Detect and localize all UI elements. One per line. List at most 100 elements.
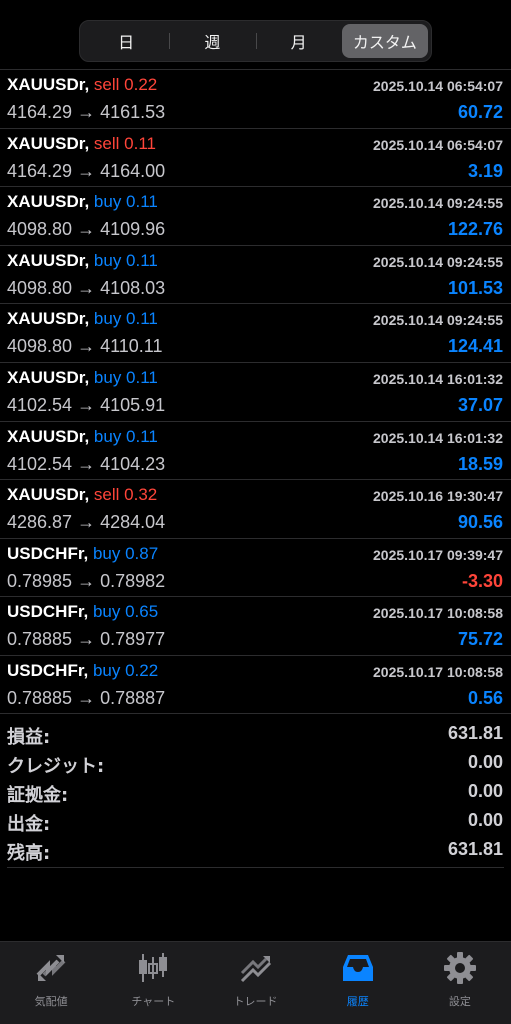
trade-symbol: USDCHFr, buy 0.87: [7, 544, 158, 564]
trade-time: 2025.10.17 10:08:58: [373, 663, 503, 680]
summary-label: 残高:: [7, 843, 51, 864]
symbol-name: USDCHFr,: [7, 660, 89, 680]
symbol-name: XAUUSDr,: [7, 250, 90, 270]
trade-profit: 101.53: [447, 277, 503, 298]
trade-prices: 4164.29 → 4164.00: [7, 160, 166, 181]
trade-side-volume: buy 0.65: [92, 602, 159, 622]
trade-profit: 0.56: [467, 687, 503, 708]
symbol-name: XAUUSDr,: [7, 485, 90, 505]
trade-symbol: XAUUSDr, buy 0.11: [7, 427, 158, 447]
candlestick-icon: [139, 953, 168, 982]
trade-profit: -3.30: [461, 570, 503, 591]
tab-chart[interactable]: チャート: [102, 942, 204, 1024]
trade-prices: 4102.54 → 4105.91: [7, 394, 166, 415]
tab-label: 設定: [448, 995, 471, 1008]
tab-label: トレード: [233, 995, 278, 1008]
tab-label: 気配値: [34, 995, 68, 1008]
trade-row[interactable]: XAUUSDr, sell 0.22 2025.10.14 06:54:07 416…: [0, 69, 511, 128]
trade-side-volume: buy 0.11: [93, 367, 158, 387]
trade-prices: 4102.54 → 4104.23: [7, 453, 166, 474]
tab-history[interactable]: 履歴: [307, 942, 409, 1024]
tab-trade[interactable]: トレード: [204, 942, 306, 1024]
trade-profit: 75.72: [457, 629, 503, 650]
segment-custom[interactable]: カスタム: [341, 24, 428, 58]
trade-profit: 90.56: [457, 512, 503, 533]
trade-symbol: XAUUSDr, buy 0.11: [7, 251, 158, 271]
trade-side-volume: buy 0.11: [93, 250, 158, 270]
trade-symbol: XAUUSDr, buy 0.11: [7, 192, 158, 212]
segment-week[interactable]: 週: [169, 24, 255, 58]
trade-time: 2025.10.14 16:01:32: [373, 429, 503, 446]
summary-row: 残高: 631.81: [0, 830, 511, 864]
trade-symbol: XAUUSDr, sell 0.32: [7, 485, 157, 505]
trade-prices: 4286.87 → 4284.04: [7, 512, 166, 533]
trade-side-volume: sell 0.22: [93, 75, 158, 94]
trade-row[interactable]: XAUUSDr, buy 0.11 2025.10.14 09:24:55 4098…: [0, 186, 511, 245]
segment-month[interactable]: 月: [255, 24, 342, 58]
bottom-tab-bar: 気配値 チャート トレード 履歴 設定: [0, 941, 511, 1024]
trade-row[interactable]: XAUUSDr, buy 0.11 2025.10.14 09:24:55 4098…: [0, 244, 511, 304]
symbol-name: XAUUSDr,: [7, 75, 90, 94]
trade-time: 2025.10.14 09:24:55: [373, 195, 503, 212]
trade-side-volume: buy 0.22: [92, 660, 159, 680]
trade-prices: 0.78985 → 0.78982: [7, 570, 166, 591]
trade-side-volume: sell 0.32: [93, 485, 158, 505]
trade-side-volume: buy 0.87: [92, 543, 159, 563]
summary-row: 出金: 0.00: [0, 801, 511, 835]
trade-row[interactable]: XAUUSDr, buy 0.11 2025.10.14 09:24:55 4098…: [0, 303, 511, 362]
trade-time: 2025.10.14 09:24:55: [373, 312, 503, 329]
trade-row[interactable]: XAUUSDr, buy 0.11 2025.10.14 16:01:32 4102…: [0, 420, 511, 480]
tab-quotes[interactable]: 気配値: [0, 942, 102, 1024]
trade-time: 2025.10.17 09:39:47: [373, 546, 503, 563]
period-segmented-control: 日 週 月 カスタム: [79, 20, 432, 62]
tab-settings[interactable]: 設定: [409, 942, 511, 1024]
trade-symbol: XAUUSDr, sell 0.11: [7, 134, 156, 154]
gear-icon: [443, 952, 476, 984]
trade-symbol: XAUUSDr, buy 0.11: [7, 368, 158, 388]
trade-row[interactable]: USDCHFr, buy 0.22 2025.10.17 10:08:58 0.78…: [0, 654, 511, 714]
symbol-name: XAUUSDr,: [7, 309, 90, 329]
trade-row[interactable]: XAUUSDr, sell 0.32 2025.10.16 19:30:47 428…: [0, 479, 511, 538]
account-summary: 損益: 631.81 クレジット: 0.00 証拠金: 0.00 出金: 0.00 残高: 631…: [0, 713, 511, 864]
trade-symbol: XAUUSDr, sell 0.22: [7, 75, 157, 95]
symbol-name: USDCHFr,: [7, 602, 89, 622]
trade-prices: 0.78885 → 0.78887: [7, 687, 166, 708]
trade-prices: 4164.29 → 4161.53: [7, 102, 166, 122]
trade-icon: [240, 956, 271, 983]
trade-symbol: USDCHFr, buy 0.65: [7, 602, 158, 622]
summary-value: 0.00: [467, 810, 503, 830]
summary-value: 631.81: [447, 839, 503, 859]
symbol-name: XAUUSDr,: [7, 133, 90, 153]
trade-prices: 4098.80 → 4109.96: [7, 219, 166, 240]
summary-value: 631.81: [447, 723, 503, 743]
trade-profit: 3.19: [467, 160, 503, 181]
trade-side-volume: buy 0.11: [93, 309, 158, 329]
trade-prices: 4098.80 → 4108.03: [7, 277, 166, 298]
symbol-name: XAUUSDr,: [7, 426, 90, 446]
summary-row: クレジット: 0.00: [0, 743, 511, 777]
trade-profit: 122.76: [447, 219, 503, 240]
symbol-name: XAUUSDr,: [7, 367, 90, 387]
trade-row[interactable]: USDCHFr, buy 0.87 2025.10.17 09:39:47 0.78…: [0, 537, 511, 597]
trade-row[interactable]: XAUUSDr, buy 0.11 2025.10.14 16:01:32 4102…: [0, 361, 511, 421]
quotes-icon: [36, 955, 66, 981]
trade-time: 2025.10.14 09:24:55: [373, 253, 503, 270]
trade-time: 2025.10.17 10:08:58: [373, 605, 503, 622]
trade-time: 2025.10.14 06:54:07: [373, 136, 503, 153]
summary-row: 証拠金: 0.00: [0, 772, 511, 806]
trade-history-list: XAUUSDr, sell 0.22 2025.10.14 06:54:07 416…: [0, 69, 511, 714]
trade-symbol: XAUUSDr, buy 0.11: [7, 309, 158, 329]
segment-day[interactable]: 日: [83, 24, 169, 58]
trade-side-volume: sell 0.11: [93, 133, 156, 153]
summary-divider: [7, 867, 504, 868]
symbol-name: XAUUSDr,: [7, 192, 90, 212]
trade-row[interactable]: USDCHFr, buy 0.65 2025.10.17 10:08:58 0.78…: [0, 596, 511, 655]
trade-side-volume: buy 0.11: [93, 192, 158, 212]
trade-profit: 37.07: [457, 394, 503, 415]
summary-value: 0.00: [467, 781, 503, 801]
trade-prices: 0.78885 → 0.78977: [7, 629, 166, 650]
trade-profit: 60.72: [457, 102, 503, 122]
trade-time: 2025.10.14 06:54:07: [373, 78, 503, 94]
trade-prices: 4098.80 → 4110.11: [7, 336, 163, 357]
trade-row[interactable]: XAUUSDr, sell 0.11 2025.10.14 06:54:07 416…: [0, 127, 511, 187]
